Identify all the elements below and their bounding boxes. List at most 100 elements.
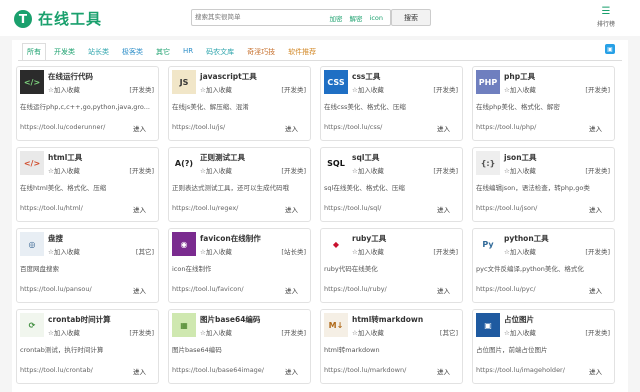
enter-link[interactable]: 进入	[589, 123, 602, 133]
tool-name[interactable]: css工具	[352, 71, 380, 82]
tool-url[interactable]: https://tool.lu/base64image/	[172, 366, 264, 374]
tab-library[interactable]: 码农文库	[201, 43, 239, 61]
logo[interactable]: T 在线工具	[14, 8, 102, 29]
enter-link[interactable]: 进入	[285, 123, 298, 133]
tool-url[interactable]: https://tool.lu/favicon/	[172, 285, 244, 293]
tool-name[interactable]: sql工具	[352, 152, 379, 163]
add-favorite-link[interactable]: ☆加入收藏	[504, 165, 536, 175]
enter-link[interactable]: 进入	[437, 285, 450, 295]
tool-name[interactable]: html工具	[48, 152, 82, 163]
tool-card[interactable]: ◎ 盘搜 ☆加入收藏 [其它] 百度网盘搜索 https://tool.lu/pansou…	[16, 228, 159, 303]
tool-card[interactable]: {:} json工具 ☆加入收藏 [开发类] 在线编辑json，语法检查，转php,go…	[472, 147, 615, 222]
tool-url[interactable]: https://tool.lu/js/	[172, 123, 225, 131]
tool-name[interactable]: 占位图片	[504, 314, 534, 325]
tool-card[interactable]: Py python工具 ☆加入收藏 [开发类] pyc文件反编译,python美化、格式…	[472, 228, 615, 303]
tool-url[interactable]: https://tool.lu/html/	[20, 204, 83, 212]
tool-card[interactable]: </> html工具 ☆加入收藏 [开发类] 在线html美化、格式化、压缩 https:…	[16, 147, 159, 222]
enter-link[interactable]: 进入	[133, 204, 146, 214]
tool-name[interactable]: crontab时间计算	[48, 314, 111, 325]
add-favorite-link[interactable]: ☆加入收藏	[200, 84, 232, 94]
tool-name[interactable]: php工具	[504, 71, 535, 82]
tool-name[interactable]: ruby工具	[352, 233, 386, 244]
tool-url[interactable]: https://tool.lu/imageholder/	[476, 366, 565, 374]
tool-name[interactable]: 正则测试工具	[200, 152, 245, 163]
add-favorite-link[interactable]: ☆加入收藏	[48, 84, 80, 94]
add-favorite-link[interactable]: ☆加入收藏	[504, 246, 536, 256]
search-link-icon[interactable]: icon	[370, 14, 383, 22]
enter-link[interactable]: 进入	[589, 204, 602, 214]
search-link-decrypt[interactable]: 解密	[350, 13, 363, 23]
enter-link[interactable]: 进入	[285, 366, 298, 376]
tab-hr[interactable]: HR	[178, 43, 198, 61]
tab-software[interactable]: 软件推荐	[283, 43, 321, 61]
tool-card[interactable]: ◉ favicon在线制作 ☆加入收藏 [站长类] icon在线制作 https://to…	[168, 228, 311, 303]
tool-card[interactable]: M↓ html转markdown ☆加入收藏 [其它] html转markdown htt…	[320, 309, 463, 384]
enter-link[interactable]: 进入	[437, 204, 450, 214]
tool-name[interactable]: 在线运行代码	[48, 71, 93, 82]
add-favorite-link[interactable]: ☆加入收藏	[504, 327, 536, 337]
tool-url[interactable]: https://tool.lu/pyc/	[476, 285, 536, 293]
add-favorite-link[interactable]: ☆加入收藏	[504, 84, 536, 94]
tool-url[interactable]: https://tool.lu/ruby/	[324, 285, 387, 293]
add-favorite-link[interactable]: ☆加入收藏	[200, 327, 232, 337]
tool-url[interactable]: https://tool.lu/crontab/	[20, 366, 93, 374]
tool-card[interactable]: </> 在线运行代码 ☆加入收藏 [开发类] 在线运行php,c,c++,go,pyth…	[16, 66, 159, 141]
tool-category: [开发类]	[129, 167, 154, 175]
enter-link[interactable]: 进入	[285, 285, 298, 295]
tool-card[interactable]: ⟳ crontab时间计算 ☆加入收藏 [开发类] crontab测试，执行时间计算 ht…	[16, 309, 159, 384]
tool-name[interactable]: 盘搜	[48, 233, 63, 244]
tab-geek[interactable]: 极客类	[117, 43, 148, 61]
add-favorite-link[interactable]: ☆加入收藏	[48, 165, 80, 175]
tool-card[interactable]: ▣ 占位图片 ☆加入收藏 [开发类] 占位图片，前端占位图片 https://tool.l…	[472, 309, 615, 384]
add-favorite-link[interactable]: ☆加入收藏	[352, 246, 384, 256]
tool-description: 占位图片，前端占位图片	[476, 346, 548, 354]
tool-name[interactable]: favicon在线制作	[200, 233, 261, 244]
tool-name[interactable]: json工具	[504, 152, 537, 163]
tool-url[interactable]: https://tool.lu/php/	[476, 123, 536, 131]
enter-link[interactable]: 进入	[589, 366, 602, 376]
sql-icon: SQL	[324, 151, 348, 175]
tool-card[interactable]: SQL sql工具 ☆加入收藏 [开发类] sql在线美化、格式化、压缩 https://…	[320, 147, 463, 222]
tool-card[interactable]: PHP php工具 ☆加入收藏 [开发类] 在线php美化、格式化、解密 https://…	[472, 66, 615, 141]
tool-url[interactable]: https://tool.lu/pansou/	[20, 285, 92, 293]
tool-url[interactable]: https://tool.lu/coderunner/	[20, 123, 105, 131]
tool-url[interactable]: https://tool.lu/json/	[476, 204, 537, 212]
chat-icon[interactable]: ▣	[605, 44, 615, 54]
add-favorite-link[interactable]: ☆加入收藏	[200, 165, 232, 175]
ranking-link[interactable]: ☰ 排行榜	[592, 7, 620, 29]
tool-name[interactable]: 图片base64编码	[200, 314, 260, 325]
tab-tricks[interactable]: 奇淫巧技	[242, 43, 280, 61]
add-favorite-link[interactable]: ☆加入收藏	[352, 165, 384, 175]
search-input[interactable]	[192, 10, 330, 25]
tool-card[interactable]: CSS css工具 ☆加入收藏 [开发类] 在线css美化、格式化、压缩 https://…	[320, 66, 463, 141]
enter-link[interactable]: 进入	[133, 123, 146, 133]
enter-link[interactable]: 进入	[589, 285, 602, 295]
tool-name[interactable]: javascript工具	[200, 71, 257, 82]
enter-link[interactable]: 进入	[133, 366, 146, 376]
tool-card[interactable]: A(?) 正则测试工具 ☆加入收藏 [开发类] 正则表达式测试工具，还可以生成代码哦 ht…	[168, 147, 311, 222]
enter-link[interactable]: 进入	[437, 123, 450, 133]
tool-url[interactable]: https://tool.lu/css/	[324, 123, 382, 131]
tool-url[interactable]: https://tool.lu/sql/	[324, 204, 381, 212]
add-favorite-link[interactable]: ☆加入收藏	[48, 246, 80, 256]
enter-link[interactable]: 进入	[285, 204, 298, 214]
add-favorite-link[interactable]: ☆加入收藏	[200, 246, 232, 256]
tool-name[interactable]: html转markdown	[352, 314, 423, 325]
enter-link[interactable]: 进入	[133, 285, 146, 295]
tab-all[interactable]: 所有	[22, 43, 46, 61]
tool-card[interactable]: ◆ ruby工具 ☆加入收藏 [开发类] ruby代码在线美化 https://tool.…	[320, 228, 463, 303]
search-button[interactable]: 搜索	[391, 9, 431, 26]
tool-url[interactable]: https://tool.lu/regex/	[172, 204, 238, 212]
enter-link[interactable]: 进入	[437, 366, 450, 376]
tool-url[interactable]: https://tool.lu/markdown/	[324, 366, 406, 374]
search-link-encrypt[interactable]: 加密	[330, 13, 343, 23]
tool-card[interactable]: JS javascript工具 ☆加入收藏 [开发类] 在线js美化、解压缩、混淆 htt…	[168, 66, 311, 141]
tab-dev[interactable]: 开发类	[49, 43, 80, 61]
tab-webmaster[interactable]: 站长类	[83, 43, 114, 61]
tab-other[interactable]: 其它	[151, 43, 175, 61]
add-favorite-link[interactable]: ☆加入收藏	[352, 84, 384, 94]
tool-card[interactable]: ▦ 图片base64编码 ☆加入收藏 [开发类] 图片base64编码 https://t…	[168, 309, 311, 384]
add-favorite-link[interactable]: ☆加入收藏	[48, 327, 80, 337]
tool-name[interactable]: python工具	[504, 233, 549, 244]
add-favorite-link[interactable]: ☆加入收藏	[352, 327, 384, 337]
